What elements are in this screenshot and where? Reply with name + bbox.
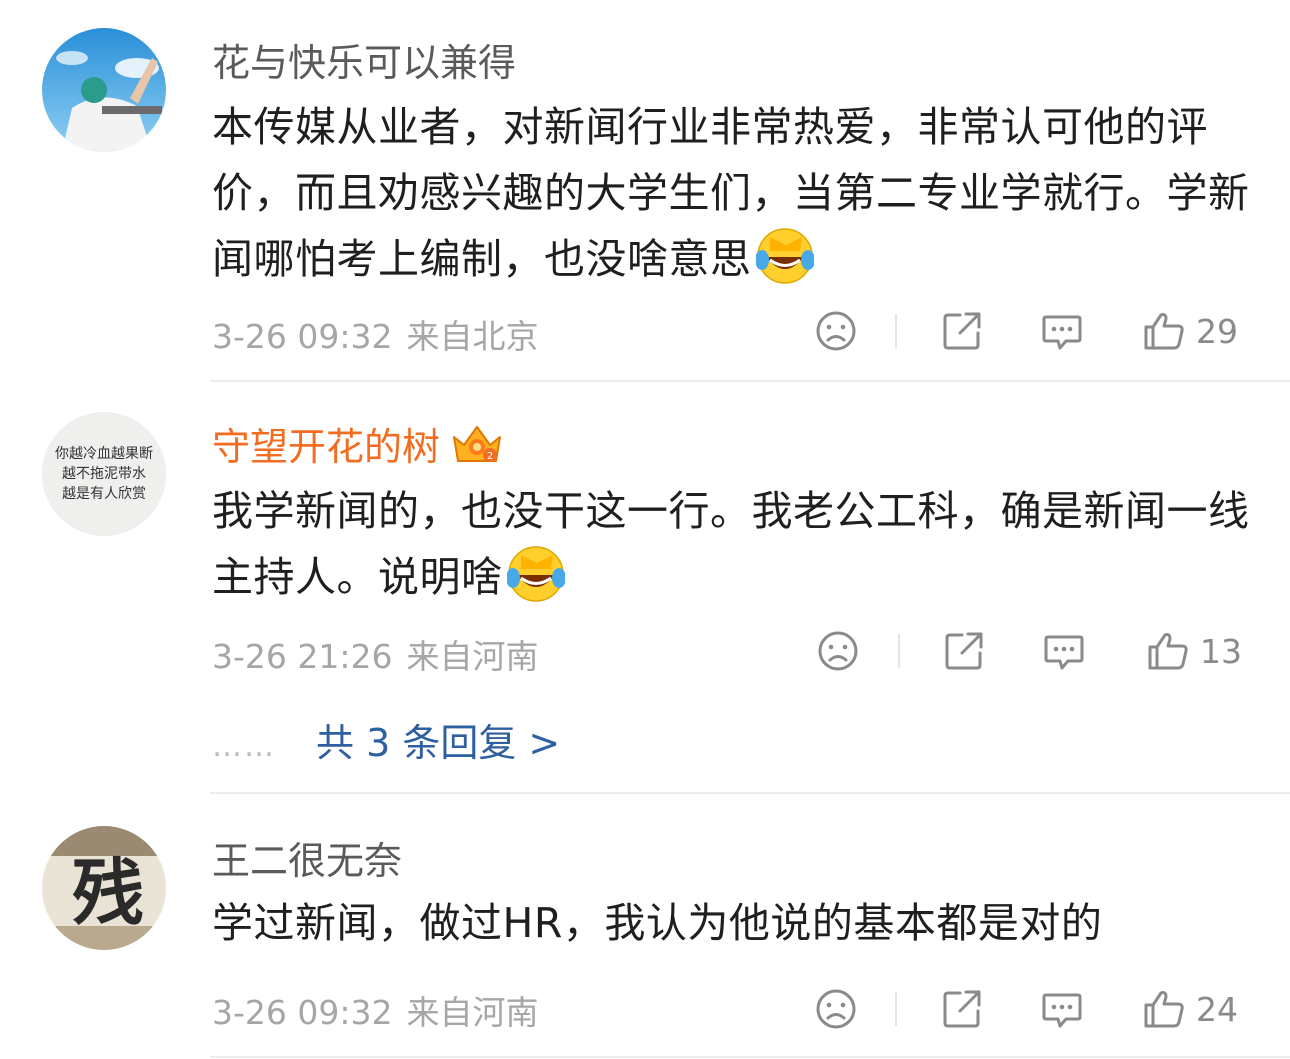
like-count: 24 (1196, 989, 1238, 1029)
svg-text:2: 2 (487, 451, 493, 462)
comment-text: 我学新闻的，也没干这一行。我老公工科，确是新闻一线主持人。说明啥 (212, 478, 1262, 622)
divider (895, 314, 897, 348)
vip-crown-icon: 2 (450, 423, 504, 476)
avatar-glyph: 残 (72, 850, 144, 935)
share-button[interactable] (940, 306, 984, 356)
comment-text: 本传媒从业者，对新闻行业非常热爱，非常认可他的评价，而且劝感兴趣的大学生们，当第… (212, 94, 1262, 304)
laughing-crying-emoji-icon (754, 227, 815, 304)
avatar[interactable] (42, 28, 166, 152)
comment-button[interactable] (1042, 626, 1086, 676)
thumbs-up-icon (1144, 313, 1184, 350)
action-bar: 13 (810, 626, 1250, 676)
avatar[interactable]: 你越冷血越果断 越不拖泥带水 越是有人欣赏 (42, 412, 166, 536)
like-button[interactable]: 13 (1146, 626, 1242, 676)
location: 来自河南 (406, 637, 539, 676)
comment-text: 学过新闻，做过HR，我认为他说的基本都是对的 (212, 899, 1103, 947)
divider (210, 1056, 1290, 1058)
location: 来自北京 (406, 317, 539, 356)
comment-meta: 3-26 21:26 来自河南 (212, 630, 539, 678)
comment-bubble-icon (1044, 635, 1084, 670)
action-bar: 24 (810, 984, 1250, 1034)
dislike-button[interactable] (814, 984, 858, 1034)
sad-face-icon (816, 989, 856, 1029)
share-button[interactable] (942, 626, 986, 676)
dislike-button[interactable] (814, 306, 858, 356)
timestamp: 3-26 21:26 (212, 637, 393, 676)
divider (210, 792, 1290, 794)
timestamp: 3-26 09:32 (212, 317, 393, 356)
comment-bubble-icon (1042, 993, 1082, 1028)
username[interactable]: 王二很无奈 (212, 830, 402, 885)
view-replies-link[interactable]: …… 共 3 条回复 > (212, 712, 560, 767)
comment-button[interactable] (1040, 984, 1084, 1034)
thumbs-up-icon (1144, 991, 1184, 1028)
comment-button[interactable] (1040, 306, 1084, 356)
share-button[interactable] (940, 984, 984, 1034)
username[interactable]: 花与快乐可以兼得 (212, 32, 516, 87)
avatar[interactable]: 残 (42, 826, 166, 950)
divider (895, 992, 897, 1026)
sad-face-icon (816, 311, 856, 351)
like-count: 13 (1200, 631, 1242, 671)
thumbs-up-icon (1148, 633, 1188, 670)
like-button[interactable]: 24 (1142, 984, 1238, 1034)
comment-bubble-icon (1042, 315, 1082, 350)
timestamp: 3-26 09:32 (212, 993, 393, 1032)
like-count: 29 (1196, 311, 1238, 351)
replies-label: 共 3 条回复 > (316, 721, 561, 765)
sad-face-icon (818, 631, 858, 671)
divider (210, 380, 1290, 382)
like-button[interactable]: 29 (1142, 306, 1238, 356)
comment-meta: 3-26 09:32 来自北京 (212, 310, 539, 358)
avatar-line-1: 你越冷血越果断 (55, 446, 153, 462)
share-icon (943, 312, 981, 350)
laughing-crying-emoji-icon (505, 545, 566, 622)
divider (898, 634, 900, 668)
action-bar: 29 (810, 306, 1250, 356)
share-icon (943, 990, 981, 1028)
dislike-button[interactable] (816, 626, 860, 676)
avatar-line-2: 越不拖泥带水 (62, 466, 146, 482)
reply-dots: …… (212, 729, 276, 764)
location: 来自河南 (406, 993, 539, 1032)
avatar-line-3: 越是有人欣赏 (62, 486, 146, 502)
share-icon (945, 632, 983, 670)
username[interactable]: 守望开花的树 2 (212, 416, 504, 476)
comment-meta: 3-26 09:32 来自河南 (212, 986, 539, 1034)
